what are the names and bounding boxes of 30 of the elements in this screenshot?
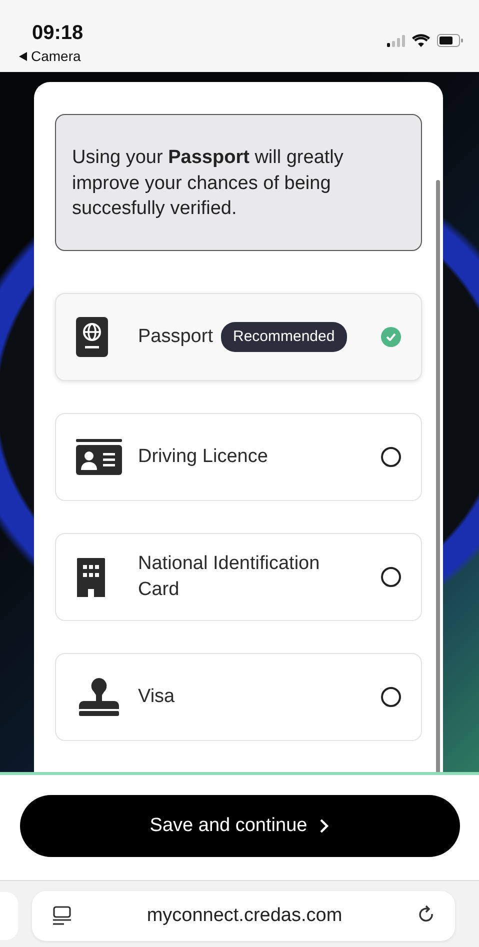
id-option[interactable]: Driving Licence — [55, 412, 422, 501]
status-time: 09:18 — [32, 22, 84, 45]
back-link[interactable]: Camera — [19, 48, 84, 64]
option-label: Driving Licence — [138, 445, 268, 470]
radio-button[interactable] — [381, 686, 401, 707]
battery-icon — [437, 34, 463, 47]
radio-button[interactable] — [381, 326, 401, 347]
id-option[interactable]: Visa — [55, 652, 422, 741]
option-label: Visa — [138, 685, 175, 710]
recommended-badge: Recommended — [220, 322, 347, 352]
id-option[interactable]: Passport Recommended — [55, 292, 422, 381]
wifi-icon — [412, 34, 430, 47]
back-arrow-icon — [19, 52, 27, 60]
building-icon — [76, 556, 106, 597]
radio-button[interactable] — [381, 446, 401, 467]
url-text: myconnect.credas.com — [146, 905, 342, 927]
info-message: Using your Passport will greatly improve your chances of being succesfully verified. — [55, 114, 422, 251]
save-continue-button[interactable]: Save and continue — [20, 794, 460, 856]
option-label: National Identification Card — [138, 552, 321, 602]
address-bar[interactable]: myconnect.credas.com — [32, 891, 455, 941]
passport-icon — [76, 316, 108, 357]
id-card-icon — [76, 438, 122, 475]
signal-icon — [387, 34, 405, 46]
radio-button[interactable] — [381, 566, 401, 587]
stamp-icon — [76, 676, 122, 717]
chevron-icon — [319, 818, 330, 834]
check-icon — [386, 332, 396, 341]
id-option[interactable]: National Identification Card — [55, 532, 422, 621]
page-menu-icon[interactable] — [52, 906, 72, 926]
option-label: Passport — [138, 325, 213, 350]
